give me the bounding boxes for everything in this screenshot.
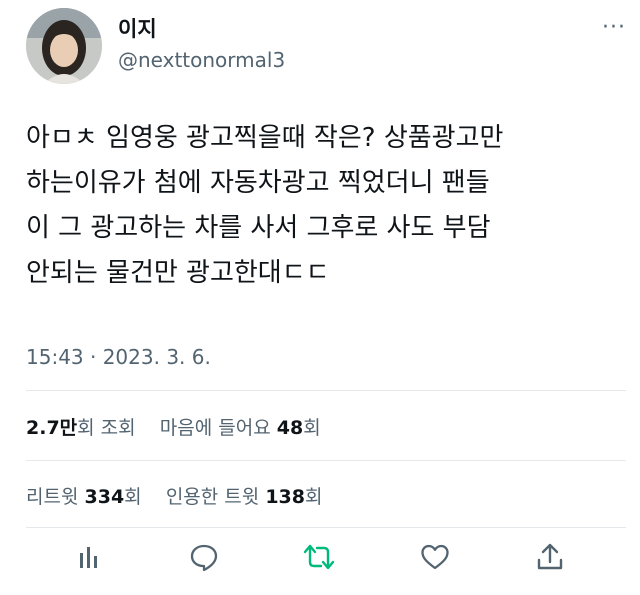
user-handle[interactable]: @nexttonormal3 (118, 46, 285, 74)
tweet-header: 이지 @nexttonormal3 ··· (26, 8, 626, 88)
heart-icon[interactable] (417, 541, 453, 573)
views-count[interactable]: 2.7만회 조회 (26, 417, 136, 439)
retweets-count[interactable]: 리트윗 334회 (26, 486, 142, 508)
display-name[interactable]: 이지 (118, 16, 285, 42)
avatar-image (26, 8, 102, 84)
action-bar (26, 535, 626, 579)
divider (26, 460, 626, 461)
bar-chart-icon[interactable] (72, 541, 108, 573)
divider (26, 527, 626, 528)
more-options-icon[interactable]: ··· (602, 17, 626, 39)
reply-icon[interactable] (186, 541, 222, 573)
tweet-text: 아ㅁㅊ 임영웅 광고찍을때 작은? 상품광고만 하는이유가 첨에 자동차광고 찍… (26, 123, 504, 288)
tweet-timestamp[interactable]: 15:43 · 2023. 3. 6. (26, 345, 211, 369)
retweets-quotes-stats: 리트윗 334회 인용한 트윗 138회 (26, 482, 322, 509)
views-likes-stats: 2.7만회 조회 마음에 들어요 48회 (26, 413, 321, 440)
likes-count[interactable]: 마음에 들어요 48회 (160, 417, 321, 439)
quotes-count[interactable]: 인용한 트윗 138회 (166, 486, 323, 508)
divider (26, 390, 626, 391)
share-icon[interactable] (532, 541, 568, 573)
retweet-icon[interactable] (301, 541, 337, 573)
avatar[interactable] (26, 8, 102, 84)
